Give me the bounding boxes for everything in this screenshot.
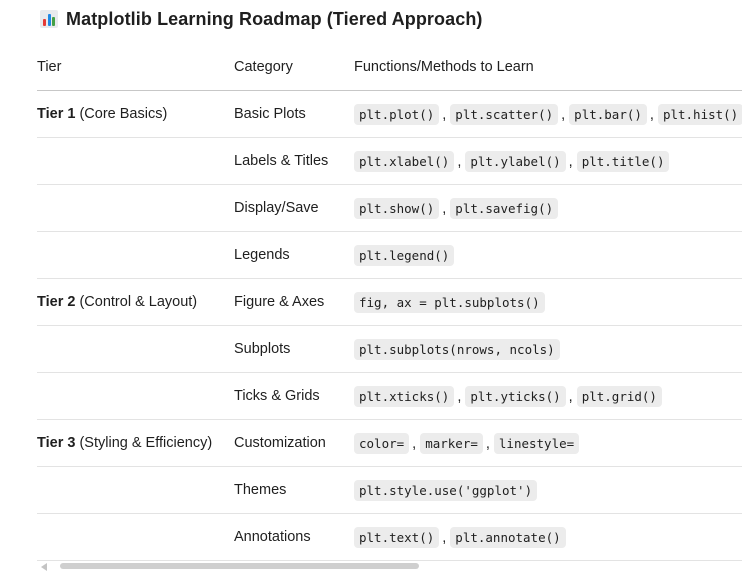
table-row: Subplots plt.subplots(nrows, ncols) — [37, 325, 742, 373]
tier-label: Tier 2 — [37, 294, 76, 310]
separator: , — [568, 153, 573, 170]
code-snippet: plt.text() — [354, 526, 440, 548]
tier-cell: Tier 1 (Core Basics) — [37, 90, 234, 138]
code-snippet: plt.xticks() — [354, 385, 455, 407]
code-snippet: plt.grid() — [576, 385, 662, 407]
tier-cell: Tier 2 (Control & Layout) — [37, 278, 234, 326]
tier-cell: Tier 3 (Styling & Efficiency) — [37, 419, 234, 467]
table-header-row: Tier Category Functions/Methods to Learn — [37, 44, 742, 91]
category-cell: Labels & Titles — [234, 137, 354, 185]
separator: , — [412, 435, 417, 452]
header-category: Category — [234, 44, 354, 91]
tier-description: (Styling & Efficiency) — [79, 435, 213, 451]
separator: , — [457, 153, 462, 170]
table-body: Tier 1 (Core Basics) Basic Plots plt.plot(… — [37, 90, 742, 561]
code-snippet: plt.legend() — [354, 244, 455, 266]
separator: , — [442, 529, 447, 546]
table-row: Tier 3 (Styling & Efficiency) Customizati… — [37, 419, 742, 467]
page-title-row: Matplotlib Learning Roadmap (Tiered Appr… — [40, 8, 483, 30]
table-row: Legends plt.legend() — [37, 231, 742, 279]
code-snippet: plt.subplots(nrows, ncols) — [354, 338, 560, 360]
category-cell: Customization — [234, 419, 354, 467]
category-cell: Display/Save — [234, 184, 354, 232]
code-snippet: plt.scatter() — [450, 103, 559, 125]
roadmap-table: Tier Category Functions/Methods to Learn… — [37, 44, 742, 561]
scrollbar-thumb[interactable] — [60, 563, 419, 569]
table-row: Themes plt.style.use('ggplot') — [37, 466, 742, 514]
functions-cell: plt.plot(), plt.scatter(), plt.bar(), plt.h… — [354, 90, 742, 138]
separator: , — [561, 106, 566, 123]
table-row: Ticks & Grids plt.xticks(), plt.yticks(), p… — [37, 372, 742, 420]
category-cell: Basic Plots — [234, 90, 354, 138]
functions-cell: color=, marker=, linestyle= — [354, 419, 742, 467]
code-snippet: plt.xlabel() — [354, 150, 455, 172]
code-snippet: plt.show() — [354, 197, 440, 219]
table-row: Tier 1 (Core Basics) Basic Plots plt.plot(… — [37, 90, 742, 138]
code-snippet: plt.hist() — [657, 103, 742, 125]
table-row: Display/Save plt.show(), plt.savefig() — [37, 184, 742, 232]
tier-cell — [37, 372, 234, 420]
functions-cell: plt.text(), plt.annotate() — [354, 513, 742, 561]
code-snippet: color= — [354, 432, 410, 454]
tier-cell — [37, 231, 234, 279]
code-snippet: plt.style.use('ggplot') — [354, 479, 538, 501]
code-snippet: plt.title() — [576, 150, 670, 172]
separator: , — [442, 200, 447, 217]
code-snippet: plt.annotate() — [450, 526, 566, 548]
functions-cell: plt.xticks(), plt.yticks(), plt.grid() — [354, 372, 742, 420]
tier-cell — [37, 137, 234, 185]
bar-chart-icon — [40, 10, 58, 28]
functions-cell: plt.style.use('ggplot') — [354, 466, 742, 514]
separator: , — [649, 106, 654, 123]
tier-description: (Core Basics) — [79, 106, 168, 122]
tier-cell — [37, 184, 234, 232]
category-cell: Subplots — [234, 325, 354, 373]
code-snippet: marker= — [420, 432, 483, 454]
table-row: Annotations plt.text(), plt.annotate() — [37, 513, 742, 561]
code-snippet: fig, ax = plt.subplots() — [354, 291, 545, 313]
functions-cell: plt.subplots(nrows, ncols) — [354, 325, 742, 373]
scroll-left-icon[interactable] — [41, 563, 47, 571]
category-cell: Figure & Axes — [234, 278, 354, 326]
code-snippet: plt.plot() — [354, 103, 440, 125]
separator: , — [485, 435, 490, 452]
category-cell: Themes — [234, 466, 354, 514]
code-snippet: plt.yticks() — [465, 385, 566, 407]
functions-cell: plt.legend() — [354, 231, 742, 279]
separator: , — [442, 106, 447, 123]
header-functions: Functions/Methods to Learn — [354, 44, 742, 91]
category-cell: Ticks & Grids — [234, 372, 354, 420]
category-cell: Annotations — [234, 513, 354, 561]
header-tier: Tier — [37, 44, 234, 91]
separator: , — [457, 388, 462, 405]
category-cell: Legends — [234, 231, 354, 279]
functions-cell: fig, ax = plt.subplots() — [354, 278, 742, 326]
tier-label: Tier 3 — [37, 435, 76, 451]
code-snippet: linestyle= — [493, 432, 580, 454]
tier-description: (Control & Layout) — [79, 294, 198, 310]
table-row: Tier 2 (Control & Layout) Figure & Axes fi… — [37, 278, 742, 326]
tier-cell — [37, 325, 234, 373]
table-row: Labels & Titles plt.xlabel(), plt.ylabel()… — [37, 137, 742, 185]
tier-cell — [37, 466, 234, 514]
code-snippet: plt.ylabel() — [465, 150, 566, 172]
code-snippet: plt.savefig() — [450, 197, 559, 219]
functions-cell: plt.show(), plt.savefig() — [354, 184, 742, 232]
tier-cell — [37, 513, 234, 561]
separator: , — [568, 388, 573, 405]
page-title: Matplotlib Learning Roadmap (Tiered Appr… — [66, 8, 483, 29]
code-snippet: plt.bar() — [569, 103, 647, 125]
functions-cell: plt.xlabel(), plt.ylabel(), plt.title() — [354, 137, 742, 185]
tier-label: Tier 1 — [37, 106, 76, 122]
